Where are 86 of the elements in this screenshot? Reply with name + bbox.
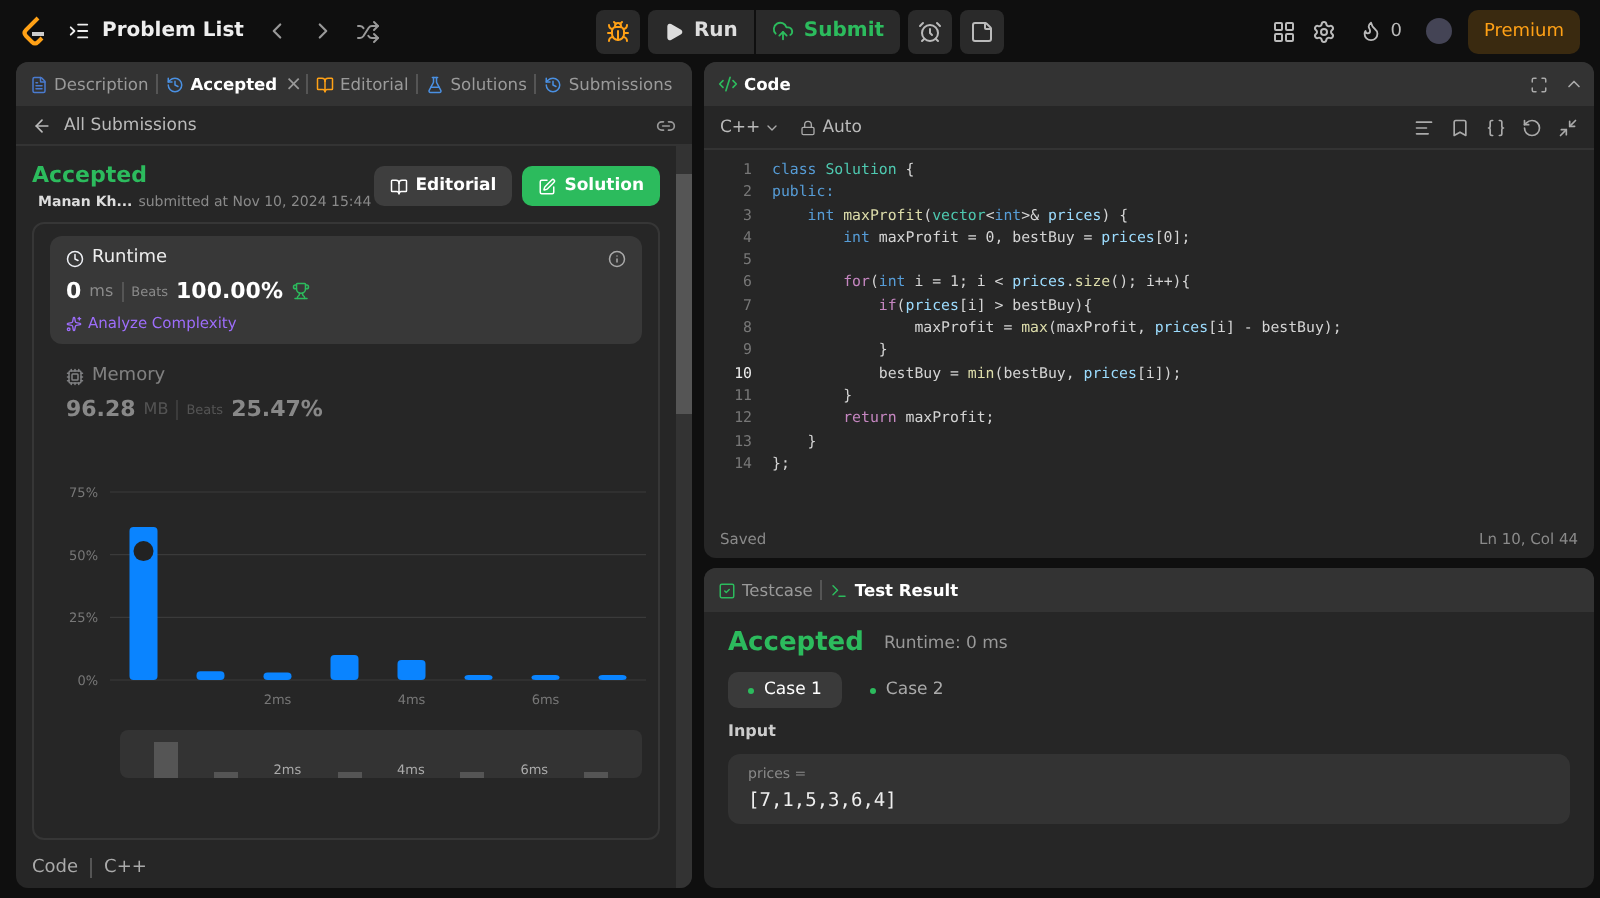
overview-bar	[213, 772, 238, 778]
panel-tab[interactable]: Accepted	[162, 64, 282, 104]
sparkle-icon	[66, 315, 82, 331]
bar	[464, 675, 493, 680]
bar	[330, 654, 359, 680]
metric-value: 96.28	[66, 396, 136, 422]
maximize-icon[interactable]	[1530, 75, 1548, 93]
metric-title: Runtime	[92, 248, 168, 268]
all-submissions-link[interactable]: All Submissions	[32, 115, 197, 135]
bar	[397, 659, 426, 680]
grid-icon[interactable]	[1272, 19, 1297, 43]
beats-percent: 100.00%	[176, 278, 283, 304]
panel-tab[interactable]: Testcase	[714, 570, 817, 610]
submit-button[interactable]: Submit	[755, 9, 901, 53]
metric-unit: ms	[89, 282, 114, 300]
trophy-icon	[291, 282, 309, 300]
code-tab[interactable]: Code	[714, 64, 795, 104]
history-icon	[544, 75, 563, 93]
bar	[531, 675, 560, 680]
notes-button[interactable]	[960, 9, 1005, 53]
param-value: [7,1,5,3,6,4]	[748, 790, 899, 812]
bug-icon	[605, 19, 630, 43]
language-label: C++	[104, 858, 147, 878]
terminal-icon	[830, 581, 849, 599]
case-tab[interactable]: Case 1	[728, 672, 842, 708]
run-button[interactable]: Run	[647, 9, 754, 53]
cloud-upload-icon	[771, 20, 794, 42]
minimize-icon[interactable]	[1558, 117, 1578, 137]
list-icon	[68, 20, 90, 42]
play-icon	[663, 21, 684, 41]
streak-counter[interactable]: 0	[1352, 9, 1410, 53]
book-icon	[316, 75, 335, 93]
format-icon[interactable]	[1414, 117, 1434, 137]
clock-icon	[66, 249, 84, 267]
problem-list-link[interactable]: Problem List	[68, 20, 244, 42]
bookmark-icon[interactable]	[1450, 117, 1470, 137]
case-tab[interactable]: Case 2	[849, 672, 964, 708]
lock-icon	[800, 119, 817, 135]
panel-tab[interactable]: Solutions	[422, 64, 531, 104]
braces-icon[interactable]	[1486, 117, 1506, 137]
panel-tab[interactable]: Submissions	[540, 64, 677, 104]
flask-icon	[426, 75, 445, 93]
history-icon	[166, 75, 185, 93]
bar	[196, 671, 225, 680]
overview-bar	[583, 772, 608, 778]
link-icon[interactable]	[656, 115, 676, 135]
checkbox-icon	[718, 581, 736, 599]
bar	[598, 675, 627, 680]
pen-icon	[538, 177, 557, 195]
bar	[263, 672, 292, 680]
shuffle-icon[interactable]	[355, 19, 380, 43]
metric-title: Memory	[92, 366, 166, 386]
alarm-clock-icon	[918, 19, 943, 43]
beats-percent: 25.47%	[231, 396, 323, 422]
runtime-text: Runtime: 0 ms	[883, 633, 1008, 653]
overview-bar	[337, 772, 362, 778]
close-tab-glyph[interactable]: ×	[285, 73, 303, 95]
input-label: Input	[728, 722, 778, 740]
code-icon	[718, 74, 738, 94]
flame-icon	[1360, 20, 1383, 42]
result-status: Accepted	[728, 628, 864, 658]
book-icon	[389, 177, 408, 195]
avatar-marker	[133, 541, 154, 562]
timer-button[interactable]	[908, 9, 953, 53]
language-select[interactable]: C++	[720, 117, 761, 137]
metric-value: 0	[66, 278, 82, 304]
mode-label[interactable]: Auto	[822, 117, 862, 137]
code-label: Code	[32, 858, 79, 878]
logo-icon[interactable]	[20, 15, 48, 47]
premium-button[interactable]: Premium	[1467, 9, 1580, 53]
action-button[interactable]: Editorial	[373, 166, 513, 206]
settings-icon[interactable]	[1312, 19, 1337, 43]
reset-icon[interactable]	[1522, 117, 1542, 137]
note-icon	[970, 19, 995, 43]
chip-icon	[66, 367, 84, 385]
submission-status: Accepted	[32, 162, 149, 188]
document-icon	[30, 75, 48, 93]
overview-bar	[460, 772, 485, 778]
panel-tab[interactable]: Test Result	[826, 570, 963, 610]
overview-bar	[153, 742, 178, 778]
panel-tab[interactable]: Editorial	[312, 64, 413, 104]
info-icon[interactable]	[608, 249, 626, 267]
scrollbar[interactable]	[676, 146, 692, 888]
panel-tab[interactable]: Description	[26, 64, 153, 104]
debug-button[interactable]	[595, 9, 640, 53]
back-arrow-icon	[32, 115, 52, 135]
